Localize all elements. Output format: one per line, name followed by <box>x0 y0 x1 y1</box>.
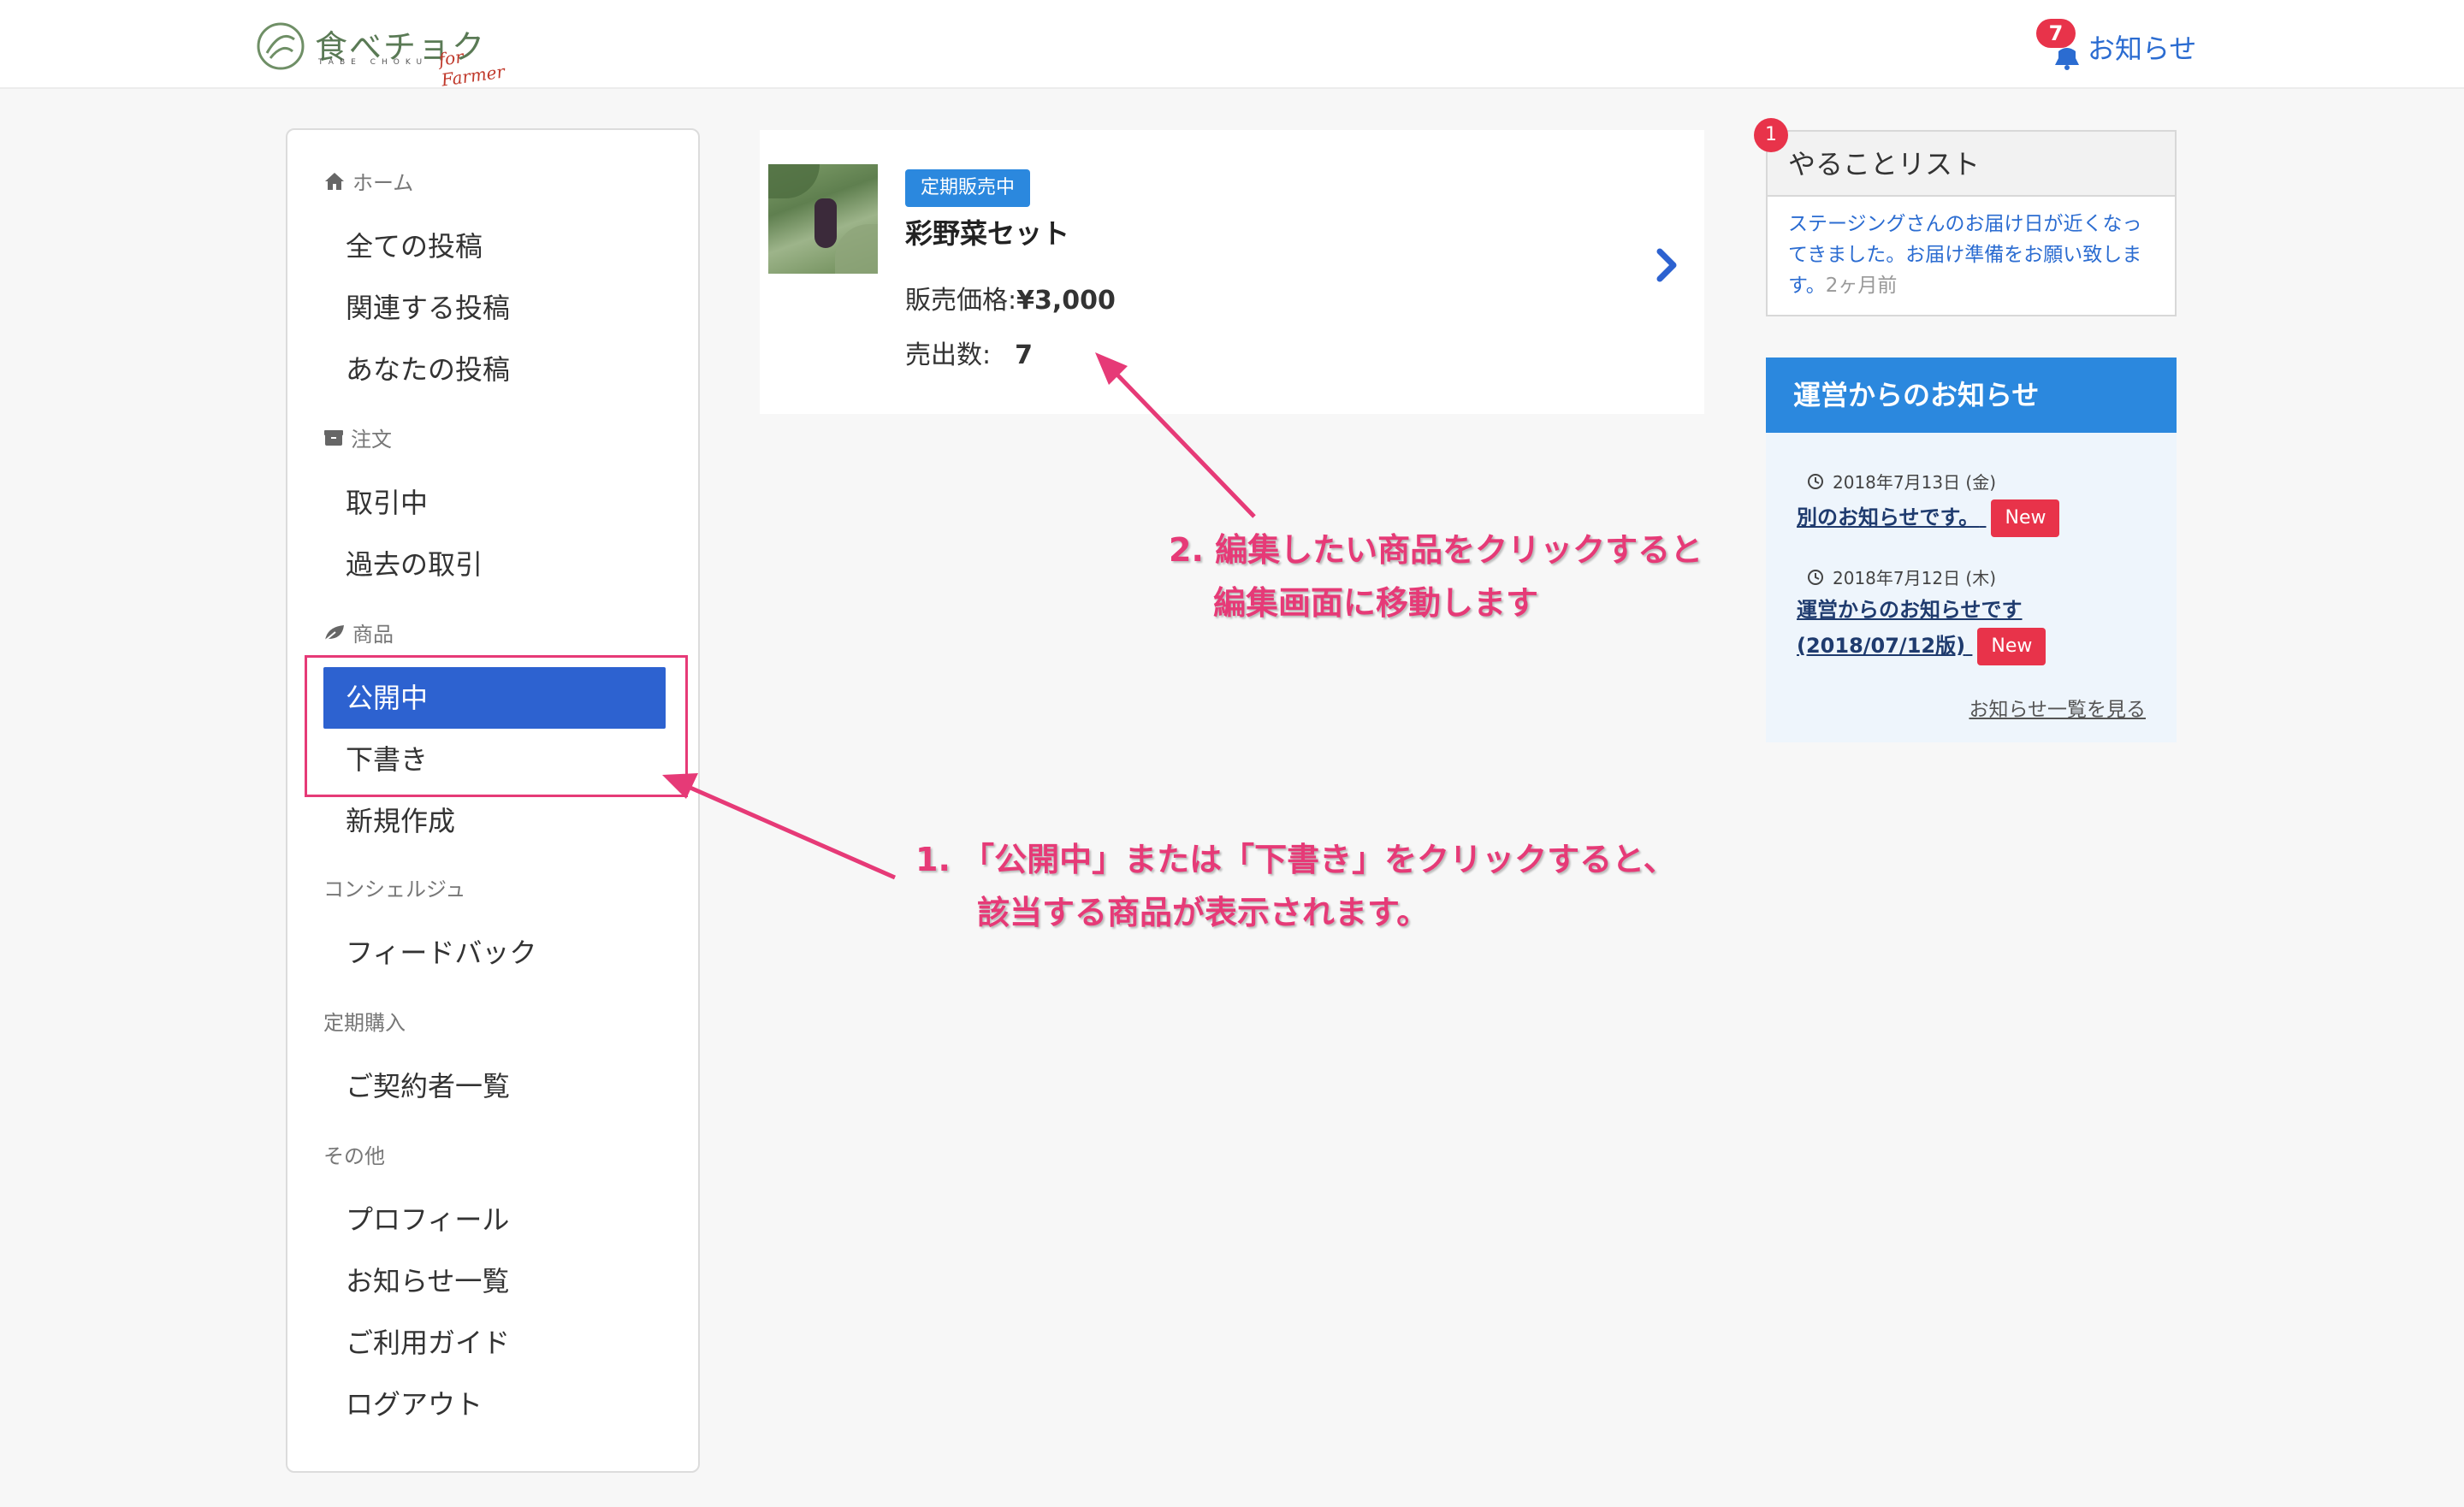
sidebar-item-past-trades[interactable]: 過去の取引 <box>346 542 483 587</box>
price-value: ¥3,000 <box>1016 286 1116 316</box>
top-header: 食べチョク TABE CHOKU for Farmer 7 お知らせ <box>0 0 2464 91</box>
price-label: 販売価格: <box>905 286 1017 316</box>
news-panel-title: 運営からのお知らせ <box>1766 358 2177 433</box>
sidebar-section-home: ホーム <box>323 166 413 196</box>
product-price: 販売価格:¥3,000 <box>905 279 1116 316</box>
logo-subtext: TABE CHOKU <box>318 58 429 67</box>
product-thumbnail <box>768 164 878 274</box>
home-icon <box>325 172 344 190</box>
clock-icon <box>1808 569 1823 585</box>
leaf-icon <box>324 624 344 641</box>
sidebar-item-profile[interactable]: プロフィール <box>346 1197 509 1242</box>
news-item-title[interactable]: 運営からのお知らせです (2018/07/12版) New <box>1797 592 2046 665</box>
todo-list-title: やることリスト <box>1768 132 2175 197</box>
annotation-highlight-box <box>305 655 688 797</box>
annotation-step-1-line-2: 該当する商品が表示されます。 <box>977 894 1430 931</box>
news-item-date: 2018年7月12日 (木) <box>1807 564 1996 589</box>
todo-item-time: 2ヶ月前 <box>1825 275 1898 297</box>
product-name: 彩野菜セット <box>905 217 1070 250</box>
sidebar: ホーム 全ての投稿 関連する投稿 あなたの投稿 注文 取引中 過去の取引 商品 … <box>286 128 700 1473</box>
notifications-link[interactable]: 7 お知らせ <box>2036 19 2207 70</box>
sales-label: 売出数: <box>905 340 992 370</box>
sidebar-item-related-posts[interactable]: 関連する投稿 <box>346 286 510 330</box>
clock-icon <box>1808 473 1823 489</box>
status-badge: 定期販売中 <box>905 169 1031 207</box>
new-badge: New <box>1991 499 2060 537</box>
news-item-title[interactable]: 別のお知らせです。 New <box>1797 499 2060 537</box>
sidebar-item-new-product[interactable]: 新規作成 <box>346 799 455 843</box>
all-notices-link[interactable]: お知らせ一覧を見る <box>1969 693 2146 722</box>
annotation-step-2-line-1: 2. 編集したい商品をクリックすると <box>1169 531 1703 569</box>
sidebar-section-products: 商品 <box>323 618 394 647</box>
sidebar-item-subscribers[interactable]: ご契約者一覧 <box>346 1064 510 1108</box>
notification-count-badge: 7 <box>2036 19 2076 48</box>
logo[interactable]: 食べチョク TABE CHOKU for Farmer <box>255 19 512 91</box>
chevron-right-icon[interactable] <box>1655 248 1679 282</box>
annotation-step-1-line-1: 1. 「公開中」または「下書き」をクリックすると、 <box>915 841 1676 878</box>
sidebar-section-other: その他 <box>323 1144 385 1168</box>
sidebar-item-feedback[interactable]: フィードバック <box>346 931 536 975</box>
news-item-date: 2018年7月13日 (金) <box>1807 469 1996 493</box>
logo-emblem-icon <box>257 22 305 70</box>
sidebar-item-guide[interactable]: ご利用ガイド <box>346 1321 510 1365</box>
news-panel: 運営からのお知らせ 2018年7月13日 (金) 別のお知らせです。 New 2… <box>1766 358 2177 742</box>
sidebar-section-orders: 注文 <box>323 423 392 452</box>
sales-value: 7 <box>1015 340 1033 370</box>
sidebar-section-subscription: 定期購入 <box>323 1011 406 1035</box>
box-icon <box>324 429 343 446</box>
product-sales: 売出数: 7 <box>905 334 1033 371</box>
todo-list-panel: 1 やることリスト ステージングさんのお届け日が近くなってきました。お届け準備を… <box>1754 118 2177 316</box>
sidebar-item-in-progress[interactable]: 取引中 <box>346 481 428 525</box>
product-card[interactable]: 定期販売中 彩野菜セット 販売価格:¥3,000 売出数: 7 <box>760 130 1704 414</box>
todo-item[interactable]: ステージングさんのお届け日が近くなってきました。お届け準備をお願い致します。2ヶ… <box>1768 197 2175 313</box>
new-badge: New <box>1977 628 2046 665</box>
sidebar-section-concierge: コンシェルジュ <box>323 878 466 901</box>
sidebar-item-logout[interactable]: ログアウト <box>346 1382 483 1427</box>
annotation-step-2-line-2: 編集画面に移動します <box>1213 584 1539 622</box>
sidebar-item-notices[interactable]: お知らせ一覧 <box>346 1259 509 1303</box>
logo-for-text: for Farmer <box>437 46 506 91</box>
notifications-label: お知らせ <box>2088 33 2197 65</box>
sidebar-item-all-posts[interactable]: 全ての投稿 <box>346 224 483 269</box>
todo-count-badge: 1 <box>1754 118 1788 152</box>
sidebar-item-your-posts[interactable]: あなたの投稿 <box>346 347 510 392</box>
